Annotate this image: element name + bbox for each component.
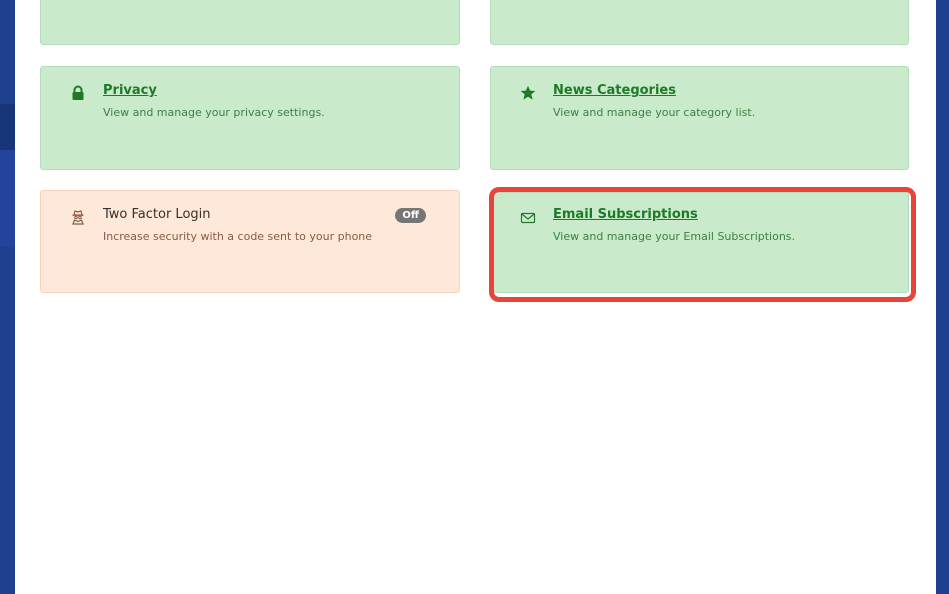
left-background-strip bbox=[0, 0, 15, 594]
email-subscriptions-description: View and manage your Email Subscriptions… bbox=[553, 230, 796, 243]
news-categories-card[interactable]: News Categories View and manage your cat… bbox=[490, 66, 909, 170]
privacy-card[interactable]: Privacy View and manage your privacy set… bbox=[40, 66, 460, 170]
lock-icon bbox=[70, 85, 86, 101]
envelope-icon bbox=[520, 210, 536, 226]
right-scrollbar-strip[interactable] bbox=[936, 0, 949, 594]
news-categories-link[interactable]: News Categories bbox=[553, 83, 676, 98]
privacy-description: View and manage your privacy settings. bbox=[103, 106, 325, 119]
two-factor-title: Two Factor Login bbox=[103, 207, 211, 222]
left-strip-band bbox=[0, 104, 15, 150]
partial-card-left[interactable] bbox=[40, 0, 460, 45]
two-factor-status-toggle[interactable]: Off bbox=[395, 208, 426, 223]
partial-card-right[interactable] bbox=[490, 0, 909, 45]
left-strip-band bbox=[0, 150, 15, 246]
two-factor-card[interactable]: Two Factor Login Increase security with … bbox=[40, 190, 460, 293]
star-icon bbox=[520, 85, 536, 101]
settings-panel: Privacy View and manage your privacy set… bbox=[15, 0, 936, 594]
privacy-link[interactable]: Privacy bbox=[103, 83, 157, 98]
news-categories-description: View and manage your category list. bbox=[553, 106, 756, 119]
email-subscriptions-link[interactable]: Email Subscriptions bbox=[553, 207, 698, 222]
user-secret-icon bbox=[70, 209, 86, 225]
email-subscriptions-card[interactable]: Email Subscriptions View and manage your… bbox=[493, 192, 909, 293]
two-factor-description: Increase security with a code sent to yo… bbox=[103, 230, 373, 243]
